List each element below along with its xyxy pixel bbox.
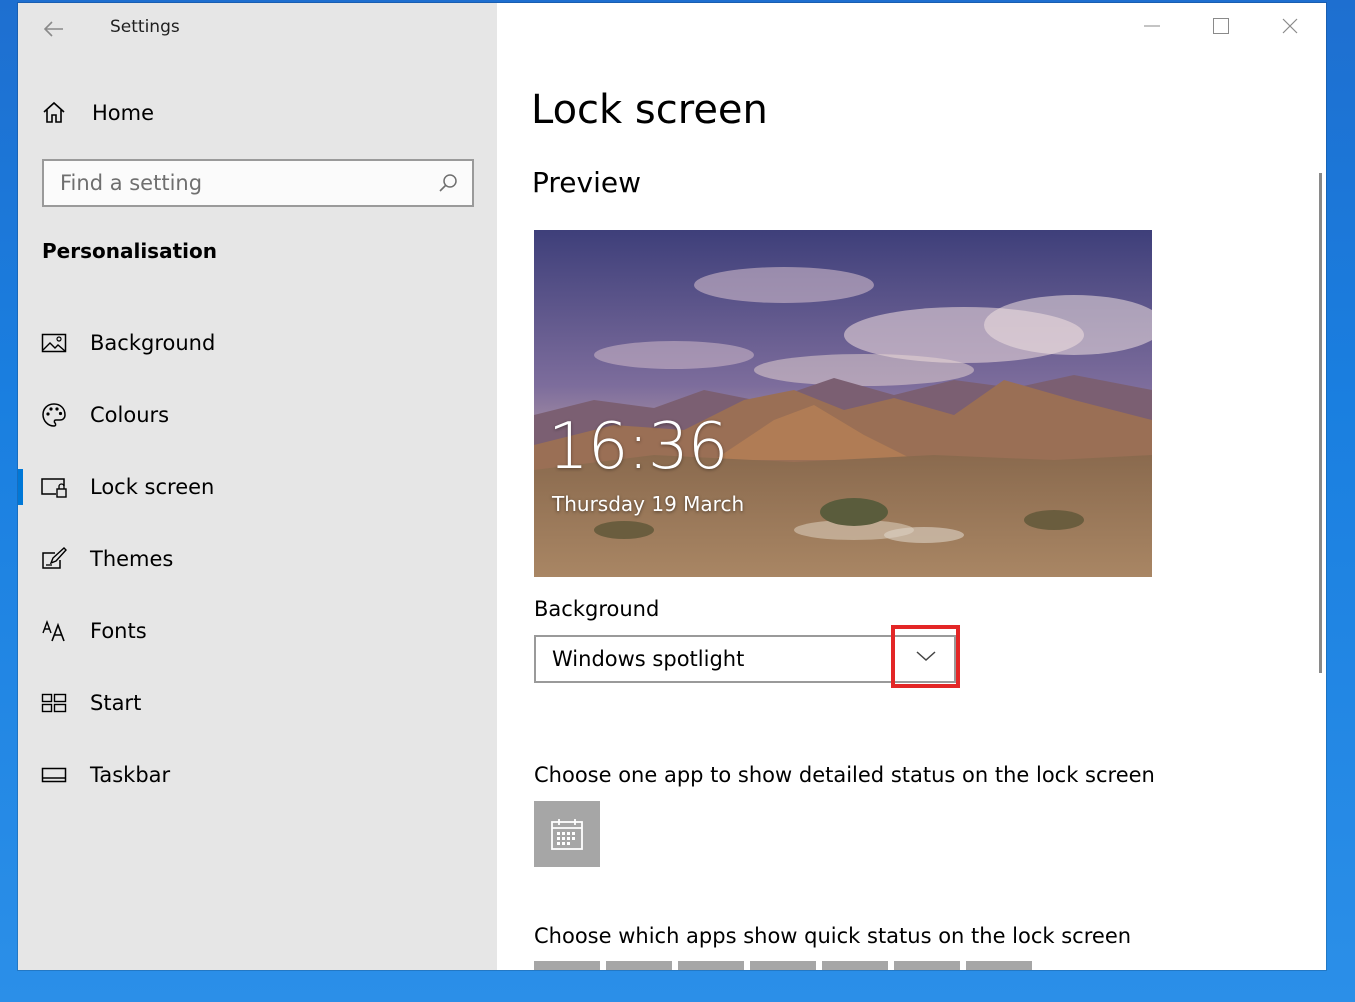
sidebar-item-lock-screen[interactable]: Lock screen xyxy=(18,451,497,523)
lock-screen-icon xyxy=(40,473,68,501)
sidebar-item-label: Colours xyxy=(90,403,170,427)
quick-status-app-button[interactable] xyxy=(894,961,960,970)
scrollbar[interactable] xyxy=(1319,173,1322,673)
themes-icon xyxy=(40,545,68,573)
nav-list: Background Colours Lock screen Themes Fo… xyxy=(18,307,497,811)
quick-status-app-button[interactable] xyxy=(534,961,600,970)
quick-status-app-button[interactable] xyxy=(966,961,1032,970)
start-icon xyxy=(40,689,68,717)
sidebar-item-fonts[interactable]: Fonts xyxy=(18,595,497,667)
sidebar: Settings Home Find a setting Personalisa… xyxy=(18,3,497,970)
quick-status-app-button[interactable] xyxy=(606,961,672,970)
home-label: Home xyxy=(92,101,155,125)
settings-window: Settings Home Find a setting Personalisa… xyxy=(18,3,1326,970)
fonts-icon xyxy=(40,617,68,645)
home-icon xyxy=(40,99,68,127)
page-title: Lock screen xyxy=(531,87,768,133)
main-content: Lock screen Preview 16:36 Thursday 19 Ma… xyxy=(531,3,1311,970)
chevron-down-icon xyxy=(916,651,936,662)
sidebar-item-label: Start xyxy=(90,691,142,715)
sidebar-item-label: Themes xyxy=(90,547,174,571)
lock-screen-preview: 16:36 Thursday 19 March xyxy=(534,230,1152,577)
background-label: Background xyxy=(534,597,660,621)
section-title: Personalisation xyxy=(42,239,217,263)
sidebar-item-taskbar[interactable]: Taskbar xyxy=(18,739,497,811)
detailed-status-label: Choose one app to show detailed status o… xyxy=(534,763,1155,787)
sidebar-item-label: Taskbar xyxy=(90,763,171,787)
search-input[interactable]: Find a setting xyxy=(60,171,438,195)
back-button[interactable] xyxy=(38,13,70,45)
preview-heading: Preview xyxy=(532,166,641,199)
sidebar-item-start[interactable]: Start xyxy=(18,667,497,739)
search-icon xyxy=(439,174,457,192)
desert-landscape-image xyxy=(534,230,1152,577)
preview-clock: 16:36 xyxy=(548,410,728,484)
sidebar-item-themes[interactable]: Themes xyxy=(18,523,497,595)
preview-date: Thursday 19 March xyxy=(552,492,745,516)
quick-status-app-button[interactable] xyxy=(750,961,816,970)
search-box[interactable]: Find a setting xyxy=(42,159,474,207)
sidebar-item-label: Fonts xyxy=(90,619,147,643)
image-icon xyxy=(40,329,68,357)
dropdown-arrow-highlight[interactable] xyxy=(891,625,960,688)
quick-status-label: Choose which apps show quick status on t… xyxy=(534,924,1132,948)
back-arrow-icon xyxy=(44,21,63,37)
quick-status-tiles xyxy=(534,961,1038,970)
palette-icon xyxy=(40,401,68,429)
detailed-status-app-button[interactable] xyxy=(534,801,600,867)
app-title: Settings xyxy=(110,17,180,37)
taskbar-icon xyxy=(40,761,68,789)
calendar-icon xyxy=(551,819,583,850)
home-nav-item[interactable]: Home xyxy=(40,93,470,133)
quick-status-app-button[interactable] xyxy=(822,961,888,970)
sidebar-item-background[interactable]: Background xyxy=(18,307,497,379)
sidebar-item-label: Background xyxy=(90,331,216,355)
sidebar-item-colours[interactable]: Colours xyxy=(18,379,497,451)
quick-status-app-button[interactable] xyxy=(678,961,744,970)
sidebar-item-label: Lock screen xyxy=(90,475,215,499)
